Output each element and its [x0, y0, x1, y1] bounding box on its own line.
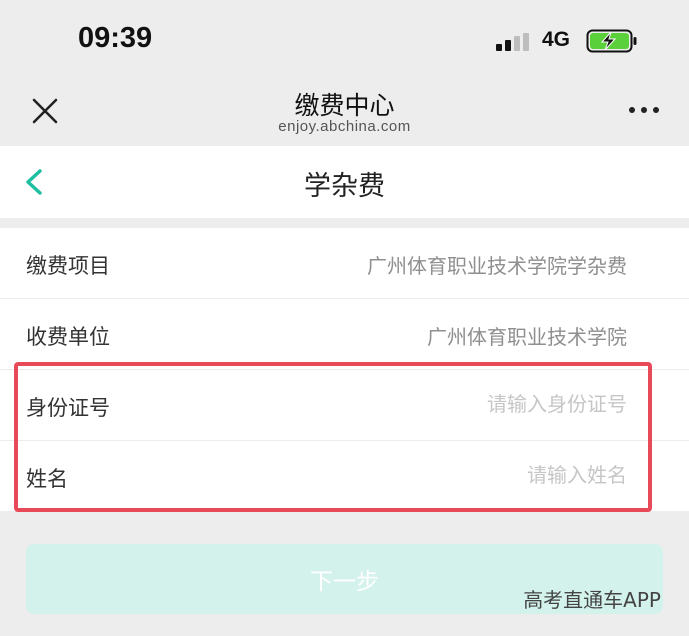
nav-url: enjoy.abchina.com — [278, 118, 411, 135]
payee-value: 广州体育职业技术学院 — [427, 325, 627, 349]
browser-nav-bar: 缴费中心 enjoy.abchina.com — [0, 80, 689, 146]
form-row-payment-item: 缴费项目 广州体育职业技术学院学杂费 — [0, 228, 689, 299]
network-type: 4G — [542, 28, 571, 51]
payment-item-value: 广州体育职业技术学院学杂费 — [367, 254, 627, 278]
nav-title: 缴费中心 — [294, 91, 395, 120]
highlight-box — [14, 362, 652, 512]
page-title: 学杂费 — [304, 171, 385, 202]
signal-icon — [496, 33, 532, 51]
payment-item-label: 缴费项目 — [26, 254, 110, 278]
more-icon[interactable] — [626, 105, 662, 115]
watermark: 高考直通车APP — [523, 588, 661, 612]
battery-charging-icon — [586, 29, 637, 53]
form-row-payee: 收费单位 广州体育职业技术学院 — [0, 299, 689, 370]
status-bar: 09:39 4G — [0, 0, 689, 80]
status-time: 09:39 — [78, 22, 153, 54]
payee-label: 收费单位 — [26, 325, 110, 349]
page-header: 学杂费 — [0, 146, 689, 218]
